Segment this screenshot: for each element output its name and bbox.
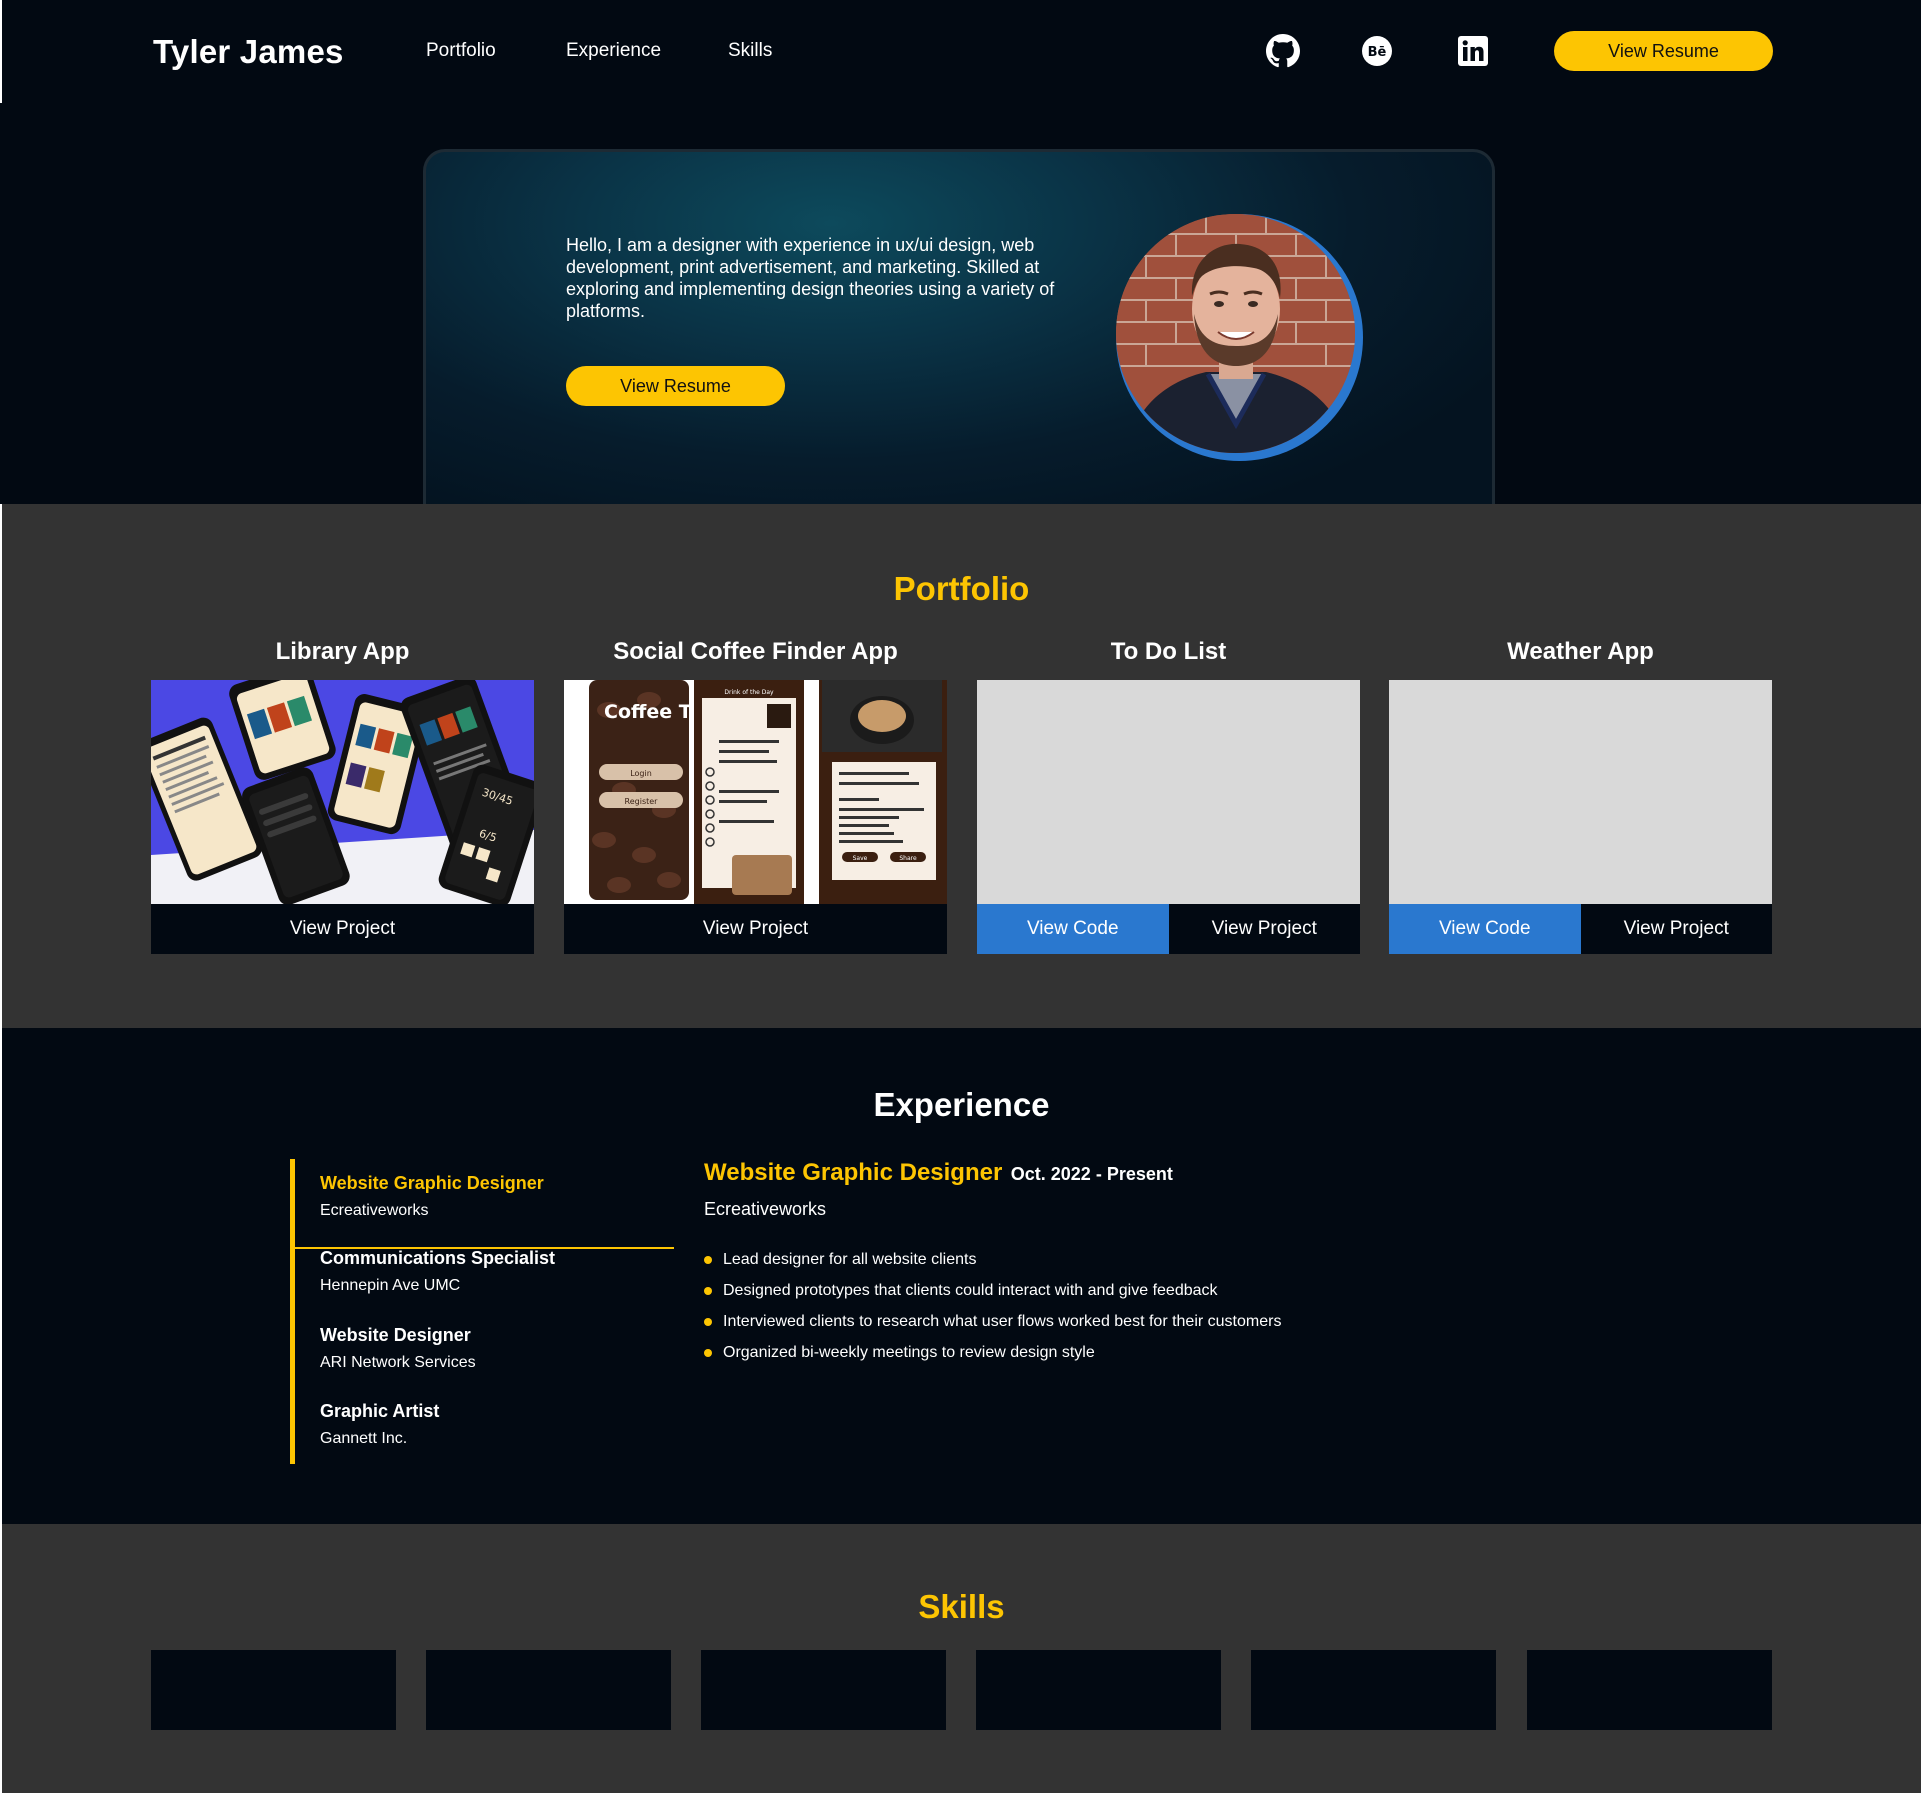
skills-heading: Skills (918, 1588, 1005, 1625)
coffee-save: Save (853, 855, 868, 862)
project-thumbnail-library-app[interactable]: 30/45 6/5 (151, 680, 534, 904)
job-company: Hennepin Ave UMC (320, 1277, 461, 1294)
skill-card (151, 1650, 396, 1730)
site-header: Tyler James Portfolio Experience Skills … (0, 0, 1921, 103)
project-actions: View Project (564, 904, 947, 954)
experience-detail-date: Oct. 2022 - Present (1010, 1164, 1173, 1184)
view-code-button[interactable]: View Code (1389, 904, 1581, 954)
experience-bullet-list: Lead designer for all website clients De… (704, 1250, 1604, 1362)
project-title: To Do List (1110, 638, 1227, 665)
experience-bullet: Lead designer for all website clients (704, 1250, 1604, 1269)
job-title: Graphic Artist (320, 1401, 440, 1421)
skill-card (1251, 1650, 1496, 1730)
view-project-button[interactable]: View Project (151, 904, 534, 954)
skill-card (701, 1650, 946, 1730)
nav-link-portfolio[interactable]: Portfolio (426, 40, 496, 62)
experience-tab-website-graphic-designer[interactable]: Website Graphic Designer Ecreativeworks (295, 1173, 674, 1249)
job-company: Gannett Inc. (320, 1430, 408, 1447)
experience-tab-graphic-artist[interactable]: Graphic Artist Gannett Inc. (295, 1401, 674, 1448)
experience-detail: Website Graphic Designer Oct. 2022 - Pre… (704, 1159, 1604, 1374)
job-title: Website Designer (320, 1325, 471, 1345)
project-card-to-do-list: To Do List View Code View Project (977, 638, 1360, 954)
linkedin-icon[interactable] (1455, 33, 1491, 69)
view-project-button[interactable]: View Project (1580, 904, 1772, 954)
project-thumbnail-placeholder[interactable] (1389, 680, 1772, 904)
hero-intro-text: Hello, I am a designer with experience i… (566, 235, 1055, 321)
job-company: ARI Network Services (320, 1354, 476, 1371)
project-thumbnail-placeholder[interactable] (977, 680, 1360, 904)
experience-tab-communications-specialist[interactable]: Communications Specialist Hennepin Ave U… (295, 1248, 674, 1295)
portfolio-heading: Portfolio (893, 570, 1030, 607)
experience-section: Experience Website Graphic Designer Ecre… (0, 1028, 1921, 1524)
avatar (1116, 214, 1355, 453)
portfolio-section: Portfolio Library App 30/45 6/5 View Pro… (0, 504, 1921, 1028)
hero-view-resume-button[interactable]: View Resume (566, 366, 785, 406)
header-view-resume-button[interactable]: View Resume (1554, 31, 1773, 71)
github-icon[interactable] (1265, 33, 1301, 69)
coffee-share: Share (899, 855, 917, 862)
experience-detail-company: Ecreativeworks (704, 1199, 827, 1219)
nav-link-skills[interactable]: Skills (728, 40, 772, 62)
experience-bullet: Interviewed clients to research what use… (704, 1312, 1604, 1331)
coffee-register: Register (625, 797, 659, 806)
view-project-button[interactable]: View Project (1168, 904, 1360, 954)
project-title: Social Coffee Finder App (613, 638, 898, 665)
job-title: Communications Specialist (320, 1248, 556, 1268)
experience-heading: Experience (873, 1086, 1050, 1123)
project-actions: View Code View Project (977, 904, 1360, 954)
experience-detail-title: Website Graphic Designer (704, 1159, 1003, 1186)
project-title: Library App (275, 638, 410, 665)
site-logo[interactable]: Tyler James (153, 33, 344, 71)
project-card-weather-app: Weather App View Code View Project (1389, 638, 1772, 954)
skills-section: Skills (0, 1524, 1921, 1793)
view-code-button[interactable]: View Code (977, 904, 1169, 954)
coffee-drink-of-day: Drink of the Day (724, 689, 774, 696)
project-actions: View Code View Project (1389, 904, 1772, 954)
job-company: Ecreativeworks (320, 1202, 429, 1219)
experience-bullet: Designed prototypes that clients could i… (704, 1281, 1604, 1300)
skill-card (976, 1650, 1221, 1730)
project-title: Weather App (1507, 638, 1654, 665)
project-card-social-coffee-finder-app: Social Coffee Finder App Coffee Time Log… (564, 638, 947, 954)
job-title: Website Graphic Designer (320, 1173, 544, 1193)
hero-section: Hello, I am a designer with experience i… (0, 103, 1921, 509)
behance-icon[interactable]: Bē (1359, 33, 1395, 69)
coffee-login: Login (630, 769, 652, 778)
project-actions: View Project (151, 904, 534, 954)
view-project-button[interactable]: View Project (564, 904, 947, 954)
experience-tab-website-designer[interactable]: Website Designer ARI Network Services (295, 1325, 674, 1372)
skill-card (426, 1650, 671, 1730)
hero-card: Hello, I am a designer with experience i… (423, 149, 1495, 509)
svg-text:Bē: Bē (1368, 45, 1387, 60)
project-thumbnail-coffee-app[interactable]: Coffee Time Login Register Drink of the … (564, 680, 947, 904)
skill-card (1527, 1650, 1772, 1730)
nav-link-experience[interactable]: Experience (566, 40, 661, 62)
experience-tab-list: Website Graphic Designer Ecreativeworks … (290, 1159, 674, 1464)
experience-bullet: Organized bi-weekly meetings to review d… (704, 1343, 1604, 1362)
project-card-library-app: Library App 30/45 6/5 View Project (151, 638, 534, 954)
avatar-ring (1116, 214, 1363, 461)
